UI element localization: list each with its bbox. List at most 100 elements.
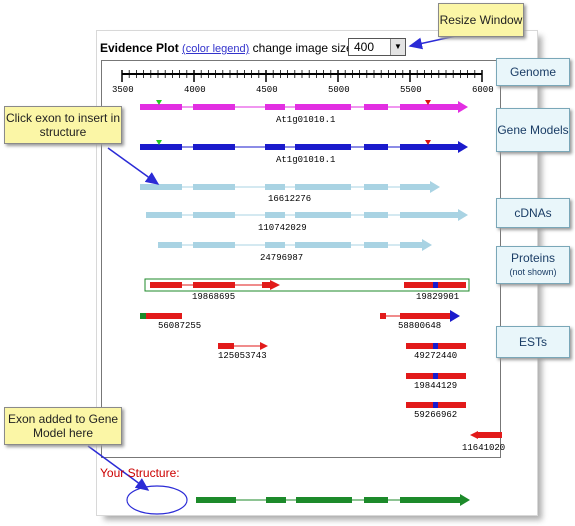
cdna-exon[interactable]	[364, 212, 388, 218]
legend-label: Proteins	[510, 251, 556, 265]
cdna-exon[interactable]	[400, 242, 422, 248]
est-exon[interactable]	[146, 313, 182, 319]
cdna-exon[interactable]	[193, 242, 235, 248]
est-track-5[interactable]: 19844129	[406, 373, 466, 391]
gene-model-exon[interactable]	[364, 104, 388, 110]
protein-marker	[433, 282, 438, 288]
gene-model-2[interactable]: At1g01010.1	[140, 140, 468, 165]
protein-exon[interactable]	[262, 282, 270, 288]
protein-label: 19868695	[192, 292, 235, 302]
strand-arrow-icon	[470, 431, 478, 439]
legend-label: ESTs	[518, 335, 547, 349]
est-track-1[interactable]: 56087255	[140, 313, 201, 331]
exon-drop-target[interactable]	[126, 485, 188, 515]
legend-gene-models: Gene Models	[496, 108, 570, 152]
cdna-exon[interactable]	[400, 184, 430, 190]
cdna-label: 110742029	[258, 223, 307, 233]
ruler-tick-label: 4000	[184, 85, 206, 95]
cdna-exon[interactable]	[193, 212, 235, 218]
legend-genome: Genome	[496, 58, 570, 86]
est-track-2[interactable]: 58800648	[380, 310, 460, 331]
strand-arrow-icon	[422, 239, 432, 251]
protein-track[interactable]: 19868695 19829901	[144, 278, 470, 302]
genome-ruler: 3500 4000 4500 5000 5500 6000	[112, 70, 494, 95]
click-exon-callout-arrow	[107, 147, 160, 185]
structure-exon[interactable]	[196, 497, 236, 503]
est-label: 56087255	[158, 321, 201, 331]
gene-model-exon[interactable]	[400, 104, 458, 110]
cdna-track-1[interactable]: 16612276	[140, 181, 440, 204]
your-structure-label: Your Structure:	[100, 466, 180, 480]
gene-model-1[interactable]: At1g01010.1	[140, 100, 468, 125]
cdna-exon[interactable]	[146, 212, 182, 218]
cdna-exon[interactable]	[364, 242, 388, 248]
gene-model-exon[interactable]	[295, 144, 351, 150]
gene-model-exon[interactable]	[193, 104, 235, 110]
est-label: 59266962	[414, 410, 457, 420]
protein-exon[interactable]	[150, 282, 182, 288]
ruler-tick-label: 5500	[400, 85, 422, 95]
gene-model-exon[interactable]	[295, 104, 351, 110]
protein-exon[interactable]	[193, 282, 235, 288]
structure-exon[interactable]	[296, 497, 352, 503]
est-label: 125053743	[218, 351, 267, 361]
gene-model-exon[interactable]	[400, 144, 458, 150]
cdna-track-2[interactable]: 110742029	[146, 209, 468, 233]
legend-ests: ESTs	[496, 326, 570, 358]
gene-model-exon[interactable]	[364, 144, 388, 150]
strand-arrow-icon	[430, 181, 440, 193]
cdna-exon[interactable]	[400, 212, 458, 218]
est-exon[interactable]	[140, 313, 146, 319]
structure-exon[interactable]	[364, 497, 388, 503]
your-structure-track[interactable]	[126, 485, 470, 515]
est-exon[interactable]	[400, 313, 452, 319]
cdna-exon[interactable]	[265, 242, 285, 248]
est-marker	[433, 402, 438, 408]
est-label: 58800648	[398, 321, 441, 331]
gene-model-exon[interactable]	[193, 144, 235, 150]
gene-model-label: At1g01010.1	[276, 155, 335, 165]
structure-exon[interactable]	[400, 497, 460, 503]
legend-label: cDNAs	[514, 206, 552, 220]
exon-added-callout: Exon added to Gene Model here	[4, 407, 122, 445]
cdna-exon[interactable]	[295, 212, 351, 218]
strand-arrow-icon	[450, 310, 460, 322]
est-exon[interactable]	[478, 432, 502, 438]
cdna-exon[interactable]	[295, 242, 351, 248]
cdna-exon[interactable]	[295, 184, 351, 190]
cdna-exon[interactable]	[265, 212, 285, 218]
resize-window-callout: Resize Window	[438, 3, 524, 37]
gene-model-exon[interactable]	[265, 104, 285, 110]
callout-text: Resize Window	[439, 13, 523, 27]
est-track-6[interactable]: 59266962	[406, 402, 466, 420]
cdna-exon[interactable]	[140, 184, 182, 190]
cdna-exon[interactable]	[364, 184, 388, 190]
gene-model-exon[interactable]	[140, 144, 182, 150]
strand-arrow-icon	[460, 494, 470, 506]
legend-label: Genome	[509, 65, 557, 79]
gene-model-label: At1g01010.1	[276, 115, 335, 125]
protein-label: 19829901	[416, 292, 459, 302]
cdna-exon[interactable]	[193, 184, 235, 190]
gene-model-exon[interactable]	[265, 144, 285, 150]
cdna-exon[interactable]	[158, 242, 182, 248]
est-track-3[interactable]: 125053743	[218, 342, 268, 361]
strand-arrow-icon	[458, 101, 468, 113]
cdna-track-3[interactable]: 24796987	[158, 239, 432, 263]
cdna-exon[interactable]	[265, 184, 285, 190]
est-track-4[interactable]: 49272440	[406, 343, 466, 361]
cdna-label: 16612276	[268, 194, 311, 204]
cdna-label: 24796987	[260, 253, 303, 263]
structure-exon[interactable]	[266, 497, 286, 503]
est-exon[interactable]	[218, 343, 234, 349]
callout-text: Exon added to Gene Model here	[7, 412, 119, 440]
strand-arrow-icon	[458, 141, 468, 153]
est-exon[interactable]	[380, 313, 386, 319]
est-track-7[interactable]: 11641020	[462, 431, 505, 453]
gene-model-exon[interactable]	[140, 104, 182, 110]
est-marker	[433, 373, 438, 379]
strand-arrow-icon	[260, 342, 268, 350]
ruler-tick-label: 3500	[112, 85, 134, 95]
est-label: 49272440	[414, 351, 457, 361]
evidence-plot-canvas: 3500 4000 4500 5000 5500 6000 At1g01010.…	[87, 33, 505, 515]
